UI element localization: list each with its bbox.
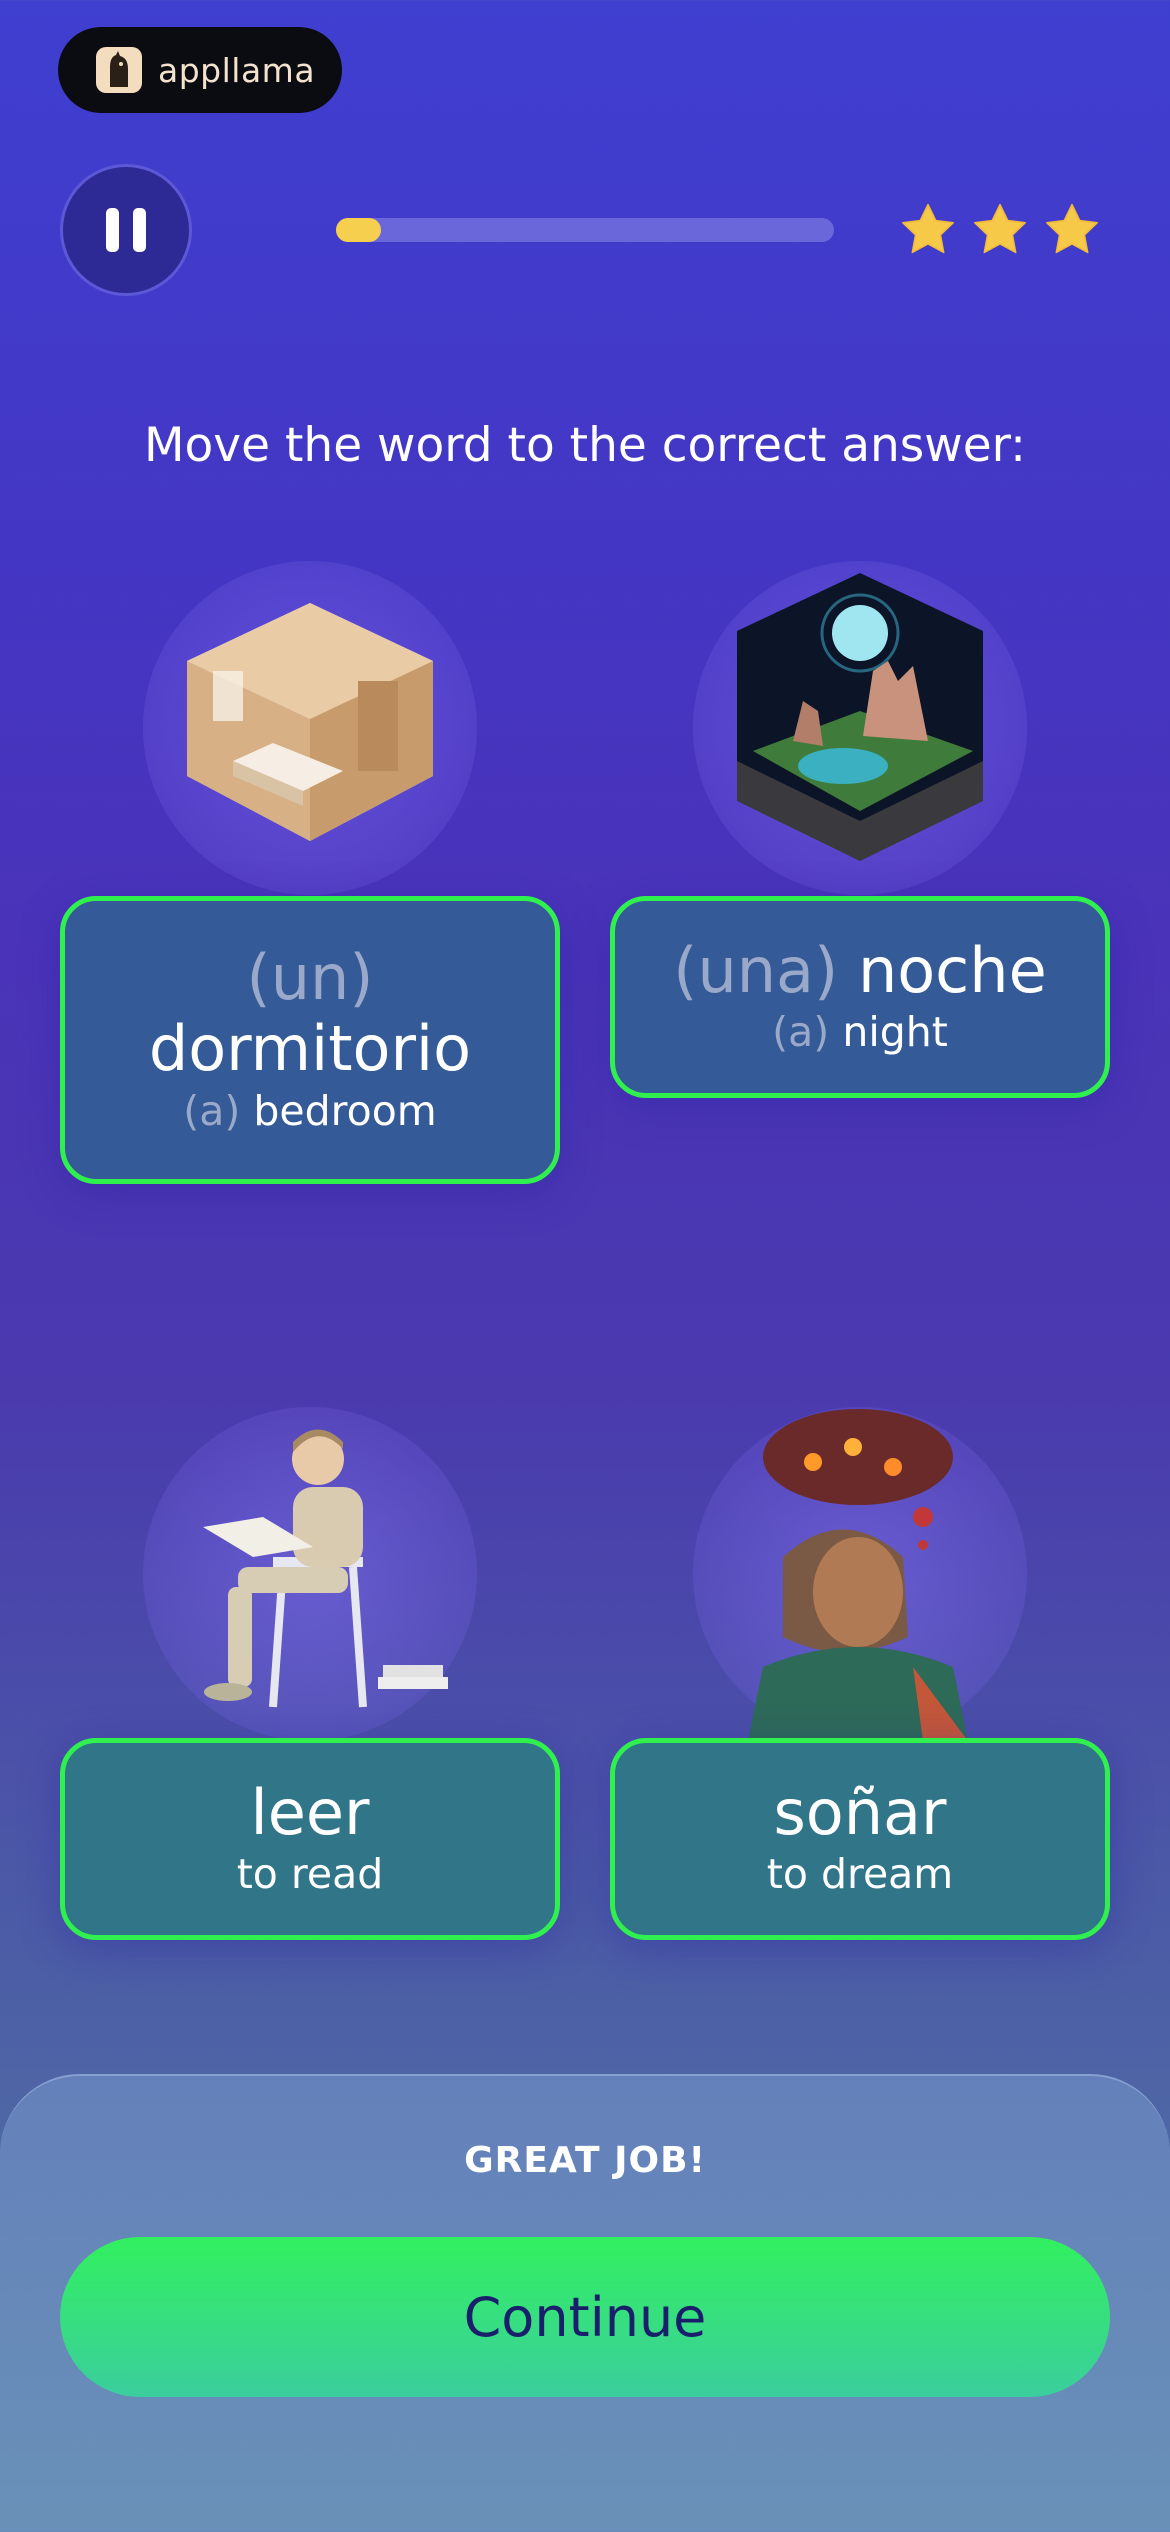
card-translation: to read xyxy=(236,1850,384,1898)
instruction-text: Move the word to the correct answer: xyxy=(144,418,1026,473)
answer-card-noche[interactable]: (una) noche (a) night xyxy=(610,896,1110,1098)
pause-button[interactable] xyxy=(60,164,192,296)
card-word-line: (una) noche xyxy=(673,935,1046,1006)
answer-card-sonar[interactable]: soñar to dream xyxy=(610,1738,1110,1940)
card-article: (una) xyxy=(673,933,839,1007)
progress-fill xyxy=(336,218,381,242)
star-rating xyxy=(898,200,1114,260)
answer-card-leer[interactable]: leer to read xyxy=(60,1738,560,1940)
reading-boy-illustration xyxy=(143,1407,477,1741)
night-landscape-illustration xyxy=(693,561,1027,895)
brand-name: appllama xyxy=(158,50,316,90)
card-translation: bedroom xyxy=(253,1086,437,1135)
dreaming-woman-illustration xyxy=(693,1407,1027,1741)
brand-pill: appllama xyxy=(58,27,342,113)
pause-icon xyxy=(99,208,153,252)
star-icon xyxy=(902,203,954,254)
llama-icon xyxy=(96,47,142,93)
card-word: dormitorio xyxy=(148,1012,472,1086)
card-translation: night xyxy=(842,1008,948,1056)
card-article: (un) xyxy=(246,941,374,1015)
feedback-message: GREAT JOB! xyxy=(464,2140,706,2181)
card-translation-article: (a) xyxy=(183,1086,241,1135)
card-translation-article: (a) xyxy=(772,1008,830,1056)
lesson-progress-bar xyxy=(336,218,834,242)
answer-card-dormitorio[interactable]: (un) dormitorio (a) bedroom xyxy=(60,896,560,1184)
star-icon xyxy=(974,203,1026,254)
card-word: noche xyxy=(857,933,1047,1007)
card-translation-line: (a) night xyxy=(772,1006,948,1059)
bedroom-illustration xyxy=(143,561,477,895)
star-icon xyxy=(1046,203,1098,254)
card-translation-line: (a) bedroom xyxy=(183,1085,437,1138)
card-word: soñar xyxy=(773,1775,947,1849)
card-translation: to dream xyxy=(766,1850,954,1898)
card-word: leer xyxy=(250,1775,370,1849)
continue-button[interactable]: Continue xyxy=(60,2237,1110,2397)
